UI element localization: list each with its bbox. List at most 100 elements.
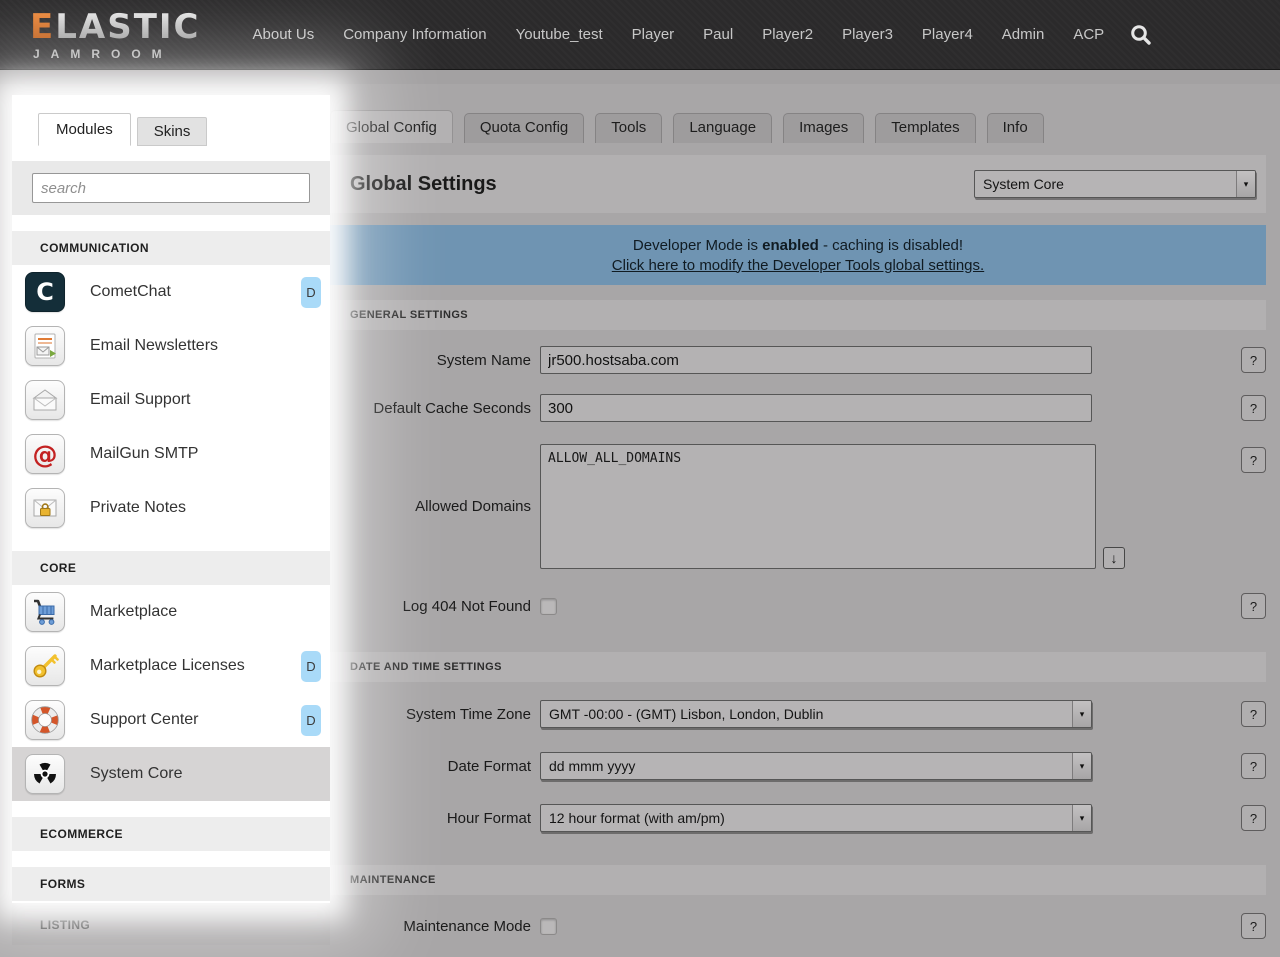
notice-link-row: Click here to modify the Developer Tools… (330, 257, 1266, 274)
tab-modules[interactable]: Modules (38, 113, 131, 146)
date-format-select[interactable]: dd mmm yyyy ▾ (540, 752, 1092, 780)
sidebar-item-system-core[interactable]: System Core (12, 747, 330, 801)
sidebar-item-email-newsletters[interactable]: Email Newsletters (12, 319, 330, 373)
date-time-rows: System Time Zone GMT -00:00 - (GMT) Lisb… (330, 682, 1266, 850)
maintenance-mode-row: Maintenance Mode ? (330, 901, 1266, 951)
lifebuoy-icon (25, 700, 65, 740)
sidebar-section-ecommerce[interactable]: ECOMMERCE (12, 817, 330, 851)
page-header: Global Settings System Core ▾ (330, 155, 1266, 213)
help-button[interactable]: ? (1241, 805, 1266, 831)
tab-global-config[interactable]: Global Config (330, 110, 453, 143)
help-button[interactable]: ? (1241, 593, 1266, 619)
chevron-down-icon[interactable]: ▾ (1072, 701, 1091, 727)
notice-text: Developer Mode is enabled - caching is d… (330, 237, 1266, 254)
sidebar-item-marketplace-licenses[interactable]: Marketplace Licenses D (12, 639, 330, 693)
tab-tools[interactable]: Tools (595, 113, 662, 143)
default-badge: D (301, 705, 321, 736)
tab-images[interactable]: Images (783, 113, 864, 143)
system-time-zone-select[interactable]: GMT -00:00 - (GMT) Lisbon, London, Dubli… (540, 700, 1092, 728)
nav-item-paul[interactable]: Paul (703, 26, 733, 43)
default-cache-seconds-label: Default Cache Seconds (330, 400, 540, 417)
developer-tools-link[interactable]: Click here to modify the Developer Tools… (612, 257, 984, 274)
help-button[interactable]: ? (1241, 395, 1266, 421)
allowed-domains-label: Allowed Domains (330, 498, 540, 515)
tab-quota-config[interactable]: Quota Config (464, 113, 584, 143)
tab-language[interactable]: Language (673, 113, 772, 143)
sidebar-item-cometchat[interactable]: C CometChat D (12, 265, 330, 319)
search-input[interactable] (32, 173, 310, 203)
site-logo[interactable]: ELASTIC JAMROOM (30, 10, 201, 60)
help-button[interactable]: ? (1241, 447, 1266, 473)
sidebar-tabs: Modules Skins (12, 95, 330, 146)
nav-item-admin[interactable]: Admin (1002, 26, 1045, 43)
nav-item-player3[interactable]: Player3 (842, 26, 893, 43)
general-settings-rows: System Name ? Default Cache Seconds ? Al… (330, 330, 1266, 637)
down-arrow-icon: ↓ (1111, 550, 1118, 566)
system-time-zone-label: System Time Zone (330, 706, 540, 723)
logo-text: ELASTIC (30, 10, 201, 44)
log-404-label: Log 404 Not Found (330, 598, 540, 615)
navbar-shadow-strip (0, 70, 1280, 84)
sidebar-item-private-notes[interactable]: Private Notes (12, 481, 330, 535)
nav-item-acp[interactable]: ACP (1073, 26, 1104, 43)
system-name-input[interactable] (540, 346, 1092, 374)
logo-letter-e: E (30, 7, 55, 47)
help-button[interactable]: ? (1241, 913, 1266, 939)
email-envelope-icon (25, 380, 65, 420)
sidebar-section-forms[interactable]: FORMS (12, 867, 330, 901)
sidebar-item-marketplace[interactable]: Marketplace (12, 585, 330, 639)
hour-format-select[interactable]: 12 hour format (with am/pm) ▾ (540, 804, 1092, 832)
maintenance-mode-label: Maintenance Mode (330, 918, 540, 935)
chevron-down-icon[interactable]: ▾ (1072, 805, 1091, 831)
sidebar-section-listing[interactable]: LISTING (12, 905, 330, 945)
modules-sidebar: Modules Skins COMMUNICATION C CometChat … (12, 95, 330, 903)
help-button[interactable]: ? (1241, 347, 1266, 373)
config-tabs: Global Config Quota Config Tools Languag… (330, 110, 1266, 143)
module-selector[interactable]: System Core ▾ (974, 170, 1256, 198)
nav-item-youtube-test[interactable]: Youtube_test (516, 26, 603, 43)
section-maintenance: MAINTENANCE (330, 865, 1266, 895)
default-badge: D (301, 277, 321, 308)
search-button[interactable] (1130, 24, 1152, 46)
log-404-checkbox[interactable] (540, 598, 557, 615)
hour-format-label: Hour Format (330, 810, 540, 827)
sidebar-item-support-center[interactable]: Support Center D (12, 693, 330, 747)
cometchat-icon: C (25, 272, 65, 312)
default-cache-seconds-row: Default Cache Seconds ? (330, 384, 1266, 432)
module-selector-value: System Core (983, 176, 1064, 192)
tab-skins[interactable]: Skins (137, 117, 208, 146)
search-icon (1130, 24, 1152, 46)
hour-format-row: Hour Format 12 hour format (with am/pm) … (330, 792, 1266, 844)
section-general-settings: GENERAL SETTINGS (330, 300, 1266, 330)
chevron-down-icon[interactable]: ▾ (1236, 171, 1255, 197)
expand-textarea-button[interactable]: ↓ (1103, 547, 1125, 569)
sidebar-item-mailgun-smtp[interactable]: @ MailGun SMTP (12, 427, 330, 481)
tab-templates[interactable]: Templates (875, 113, 975, 143)
chevron-down-icon[interactable]: ▾ (1072, 753, 1091, 779)
radiation-icon (25, 754, 65, 794)
sidebar-item-email-support[interactable]: Email Support (12, 373, 330, 427)
help-button[interactable]: ? (1241, 701, 1266, 727)
nav-item-about-us[interactable]: About Us (253, 26, 315, 43)
top-navbar: ELASTIC JAMROOM About Us Company Informa… (0, 0, 1280, 70)
nav-item-player[interactable]: Player (632, 26, 675, 43)
maintenance-mode-checkbox[interactable] (540, 918, 557, 935)
shopping-cart-icon (25, 592, 65, 632)
nav-item-player4[interactable]: Player4 (922, 26, 973, 43)
at-sign-icon: @ (25, 434, 65, 474)
help-button[interactable]: ? (1241, 753, 1266, 779)
sidebar-section-core: CORE (12, 551, 330, 585)
maintenance-rows: Maintenance Mode ? (330, 895, 1266, 957)
navbar-menu: About Us Company Information Youtube_tes… (253, 26, 1105, 43)
allowed-domains-textarea[interactable]: ALLOW_ALL_DOMAINS (540, 444, 1096, 569)
default-cache-seconds-input[interactable] (540, 394, 1092, 422)
date-format-label: Date Format (330, 758, 540, 775)
main-content: Global Config Quota Config Tools Languag… (330, 110, 1266, 957)
tab-info[interactable]: Info (987, 113, 1044, 143)
system-time-zone-row: System Time Zone GMT -00:00 - (GMT) Lisb… (330, 688, 1266, 740)
nav-item-company-information[interactable]: Company Information (343, 26, 486, 43)
log-404-row: Log 404 Not Found ? (330, 581, 1266, 631)
newsletter-icon (25, 326, 65, 366)
date-format-row: Date Format dd mmm yyyy ▾ ? (330, 740, 1266, 792)
nav-item-player2[interactable]: Player2 (762, 26, 813, 43)
